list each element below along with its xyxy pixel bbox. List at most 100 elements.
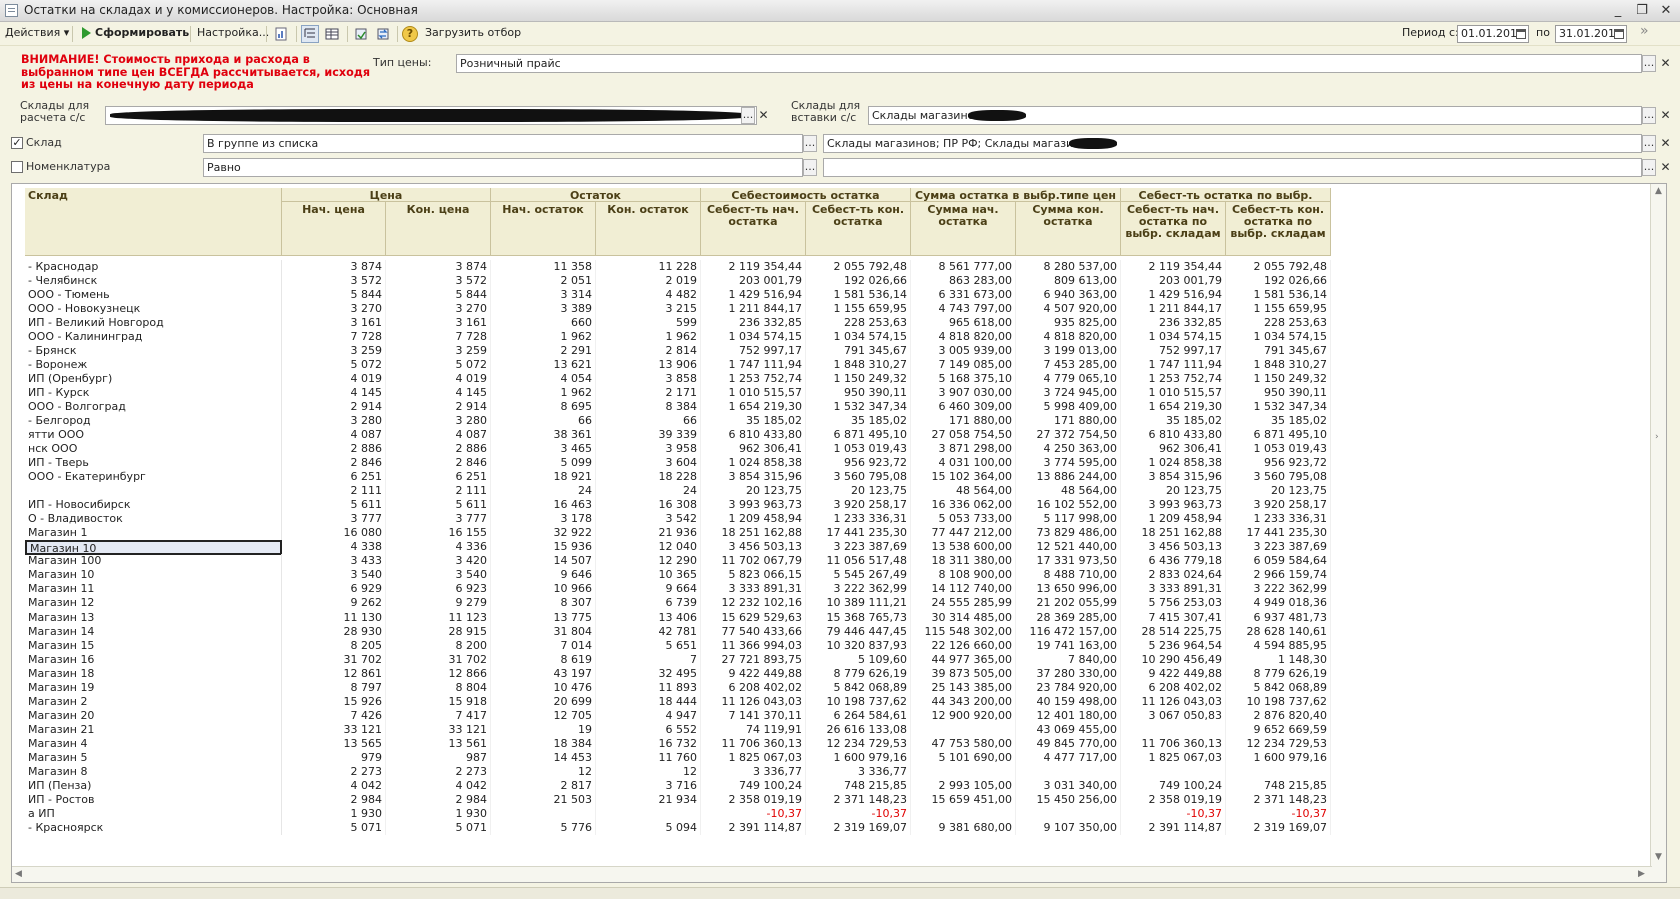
cell-warehouse: нск ООО <box>25 442 282 457</box>
nomenclature-condition-field[interactable]: Равно <box>203 158 803 177</box>
table-row[interactable]: нск ООО 2 886 2 886 3 465 3 958 962 306,41 1 0… <box>25 442 1336 457</box>
table-row[interactable]: Магазин 18 12 861 12 866 43 197 32 495 9 422 … <box>25 666 1336 682</box>
warehouse-value-clear-icon[interactable]: ✕ <box>1659 135 1672 152</box>
table-row[interactable]: Магазин 82 273 2 273 12 12 3 336,77 3 336,77 <box>25 764 1336 780</box>
close-window-button[interactable]: ✕ <box>1656 2 1676 19</box>
table-row[interactable]: Магазин 16 31 702 31 702 8 619 7 27 721 893,7… <box>25 652 1336 668</box>
table-row[interactable]: ООО - Калининград 7 728 7 728 1 962 1 962 1 0… <box>25 330 1336 345</box>
cell-end-cost-selected: 6 937 481,73 <box>1226 610 1331 626</box>
actions-menu-button[interactable]: Действия ▾ <box>5 26 69 39</box>
table-row[interactable]: Магазин 4 13 565 13 561 18 384 16 732 11 706 … <box>25 736 1336 752</box>
table-row[interactable]: - Краснодар 3 874 3 874 11 358 11 228 2 119 3… <box>25 260 1336 275</box>
table-row[interactable]: 2 111 2 111 24 24 20 123,75 20 123,75 48 564,0… <box>25 484 1336 499</box>
warehouse-value-select-button[interactable]: ... <box>1642 135 1656 152</box>
table-row[interactable]: - Воронеж 5 072 5 072 13 621 13 906 1 747 111… <box>25 358 1336 373</box>
table-row[interactable]: ООО - Волгоград 2 914 2 914 8 695 8 384 1 654… <box>25 400 1336 415</box>
calendar-icon[interactable] <box>1516 29 1526 39</box>
table-row[interactable]: Магазин 1 16 080 16 155 32 922 21 936 18 251 … <box>25 526 1336 542</box>
scroll-up-icon[interactable]: ▲ <box>1655 186 1662 196</box>
nomenclature-value-field[interactable] <box>823 158 1642 177</box>
minimize-button[interactable]: _ <box>1608 2 1628 19</box>
table-row[interactable]: ИП - Тверь 2 846 2 846 5 099 3 604 1 024 858,… <box>25 456 1336 471</box>
scroll-down-icon[interactable]: ▼ <box>1655 852 1662 862</box>
period-to-field[interactable]: 31.01.2014 <box>1555 25 1627 43</box>
table-row[interactable]: Магазин 15 8 205 8 200 7 014 5 651 11 366 994… <box>25 638 1336 654</box>
warehouse-condition-field[interactable]: В группе из списка <box>203 134 803 153</box>
period-from-field[interactable]: 01.01.2014 <box>1457 25 1529 43</box>
warehouse-value-field[interactable]: Склады магазинов; ПР РФ; Склады магазино… <box>823 134 1642 153</box>
cell-start-sum: 13 538 600,00 <box>911 540 1016 556</box>
table-row[interactable]: Магазин 5 979 987 14 453 11 760 1 825 067,03 1… <box>25 750 1336 766</box>
table-row[interactable]: Магазин 13 11 130 11 123 13 775 13 406 15 629… <box>25 610 1336 626</box>
warehouse-condition-select-button[interactable]: ... <box>803 135 817 152</box>
nomenclature-condition-select-button[interactable]: ... <box>803 159 817 176</box>
insert-warehouses-select-button[interactable]: ... <box>1642 107 1656 124</box>
cell-end-stock: 42 781 <box>596 624 701 640</box>
cell-start-stock: 7 014 <box>491 638 596 654</box>
tree-view-icon[interactable] <box>301 25 319 43</box>
calc-warehouses-select-button[interactable]: ... <box>741 107 755 124</box>
cell-end-sum: 4 818 820,00 <box>1016 330 1121 345</box>
horizontal-scrollbar[interactable]: ◀ ▶ <box>12 866 1652 882</box>
price-type-field[interactable]: Розничный прайс <box>456 54 1642 73</box>
scroll-left-icon[interactable]: ◀ <box>15 869 22 879</box>
calendar-icon[interactable] <box>1614 29 1624 39</box>
table-row[interactable]: ятти ООО 4 087 4 087 38 361 39 339 6 810 433,… <box>25 428 1336 443</box>
cell-start-price: 3 270 <box>282 302 386 317</box>
warehouse-filter-checkbox[interactable]: ✓ <box>11 137 23 149</box>
cell-end-cost-selected: 956 923,72 <box>1226 456 1331 471</box>
table-row[interactable]: Магазин 21 33 121 33 121 19 6 552 74 119,91 26… <box>25 722 1336 738</box>
nomenclature-filter-checkbox[interactable] <box>11 161 23 173</box>
settings-button[interactable]: Настройка... <box>197 26 269 39</box>
table-row[interactable]: ИП (Пенза) 4 042 4 042 2 817 3 716 749 100,24… <box>25 778 1336 794</box>
table-row[interactable]: Магазин 2 15 926 15 918 20 699 18 444 11 126 … <box>25 694 1336 710</box>
cell-start-sum: 6 331 673,00 <box>911 288 1016 303</box>
nomenclature-value-select-button[interactable]: ... <box>1642 159 1656 176</box>
table-row[interactable]: - Красноярск 5 071 5 071 5 776 5 094 2 391 11… <box>25 820 1336 836</box>
cell-start-stock: 20 699 <box>491 694 596 710</box>
table-row[interactable]: ИП - Новосибирск 5 611 5 611 16 463 16 308 3 … <box>25 498 1336 514</box>
price-type-select-button[interactable]: ... <box>1642 55 1656 72</box>
table-row[interactable]: Магазин 19 8 797 8 804 10 476 11 893 6 208 40… <box>25 680 1336 696</box>
table-row[interactable]: ИП - Великий Новгород 3 161 3 161 660 599 236… <box>25 316 1336 331</box>
table-row[interactable]: - Челябинск 3 572 3 572 2 051 2 019 203 001,7… <box>25 274 1336 289</box>
table-row[interactable]: ИП - Ростов 2 984 2 984 21 503 21 934 2 358 0… <box>25 792 1336 808</box>
restore-settings-icon[interactable] <box>374 25 392 43</box>
insert-warehouses-clear-icon[interactable]: ✕ <box>1659 107 1672 124</box>
table-row[interactable]: Магазин 10 4 338 4 336 15 936 12 040 3 456 50… <box>25 540 1336 555</box>
cell-start-sum: 25 143 385,00 <box>911 680 1016 696</box>
table-row[interactable]: ИП (Оренбург) 4 019 4 019 4 054 3 858 1 253 7… <box>25 372 1336 387</box>
nomenclature-value-clear-icon[interactable]: ✕ <box>1659 159 1672 176</box>
table-row[interactable]: - Белгород 3 280 3 280 66 66 35 185,02 35 185,… <box>25 414 1336 429</box>
cell-end-cost: 1 532 347,34 <box>806 400 911 415</box>
toolbar-overflow-icon[interactable]: » <box>1640 23 1649 39</box>
table-row[interactable]: Магазин 11 6 929 6 923 10 966 9 664 3 333 891… <box>25 582 1336 598</box>
save-settings-icon[interactable] <box>352 25 370 43</box>
calc-warehouses-clear-icon[interactable]: ✕ <box>757 107 770 124</box>
table-row[interactable]: Магазин 10 3 540 3 540 9 646 10 365 5 823 066… <box>25 568 1336 584</box>
price-type-clear-icon[interactable]: ✕ <box>1659 55 1672 72</box>
vertical-scrollbar[interactable]: ▲ › ▼ <box>1650 184 1666 882</box>
table-layout-icon[interactable] <box>323 25 341 43</box>
report-table[interactable]: Склад Цена Остаток Себестоимость остатка… <box>11 183 1667 883</box>
table-row[interactable]: а ИП 1 930 1 930 -10,37 -10,37 -10,37 -10,37 <box>25 806 1336 822</box>
report-icon[interactable] <box>272 25 290 43</box>
table-row[interactable]: ИП - Курск 4 145 4 145 1 962 2 171 1 010 515,… <box>25 386 1336 401</box>
scroll-thumb-icon[interactable]: › <box>1655 432 1659 442</box>
run-report-button[interactable]: Сформировать <box>95 26 189 39</box>
cell-start-cost: 77 540 433,66 <box>701 624 806 640</box>
table-row[interactable]: Магазин 14 28 930 28 915 31 804 42 781 77 540… <box>25 624 1336 640</box>
help-icon[interactable]: ? <box>402 26 418 42</box>
table-row[interactable]: О - Владивосток 3 777 3 777 3 178 3 542 1 209… <box>25 512 1336 528</box>
table-row[interactable]: - Брянск 3 259 3 259 2 291 2 814 752 997,17 79… <box>25 344 1336 359</box>
table-row[interactable]: ООО - Новокузнецк 3 270 3 270 3 389 3 215 1 2… <box>25 302 1336 317</box>
load-filter-button[interactable]: Загрузить отбор <box>425 26 521 39</box>
scroll-right-icon[interactable]: ▶ <box>1638 869 1645 879</box>
table-row[interactable]: ООО - Тюмень 5 844 5 844 3 314 4 482 1 429 51… <box>25 288 1336 303</box>
maximize-button[interactable]: ❐ <box>1632 2 1652 19</box>
table-row[interactable]: Магазин 100 3 433 3 420 14 507 12 290 11 702 … <box>25 554 1336 570</box>
table-row[interactable]: Магазин 20 7 426 7 417 12 705 4 947 7 141 370… <box>25 708 1336 724</box>
period-to-label: по <box>1536 26 1550 39</box>
table-row[interactable]: Магазин 12 9 262 9 279 8 307 6 739 12 232 102… <box>25 596 1336 612</box>
table-row[interactable]: ООО - Екатеринбург 6 251 6 251 18 921 18 228… <box>25 470 1336 485</box>
